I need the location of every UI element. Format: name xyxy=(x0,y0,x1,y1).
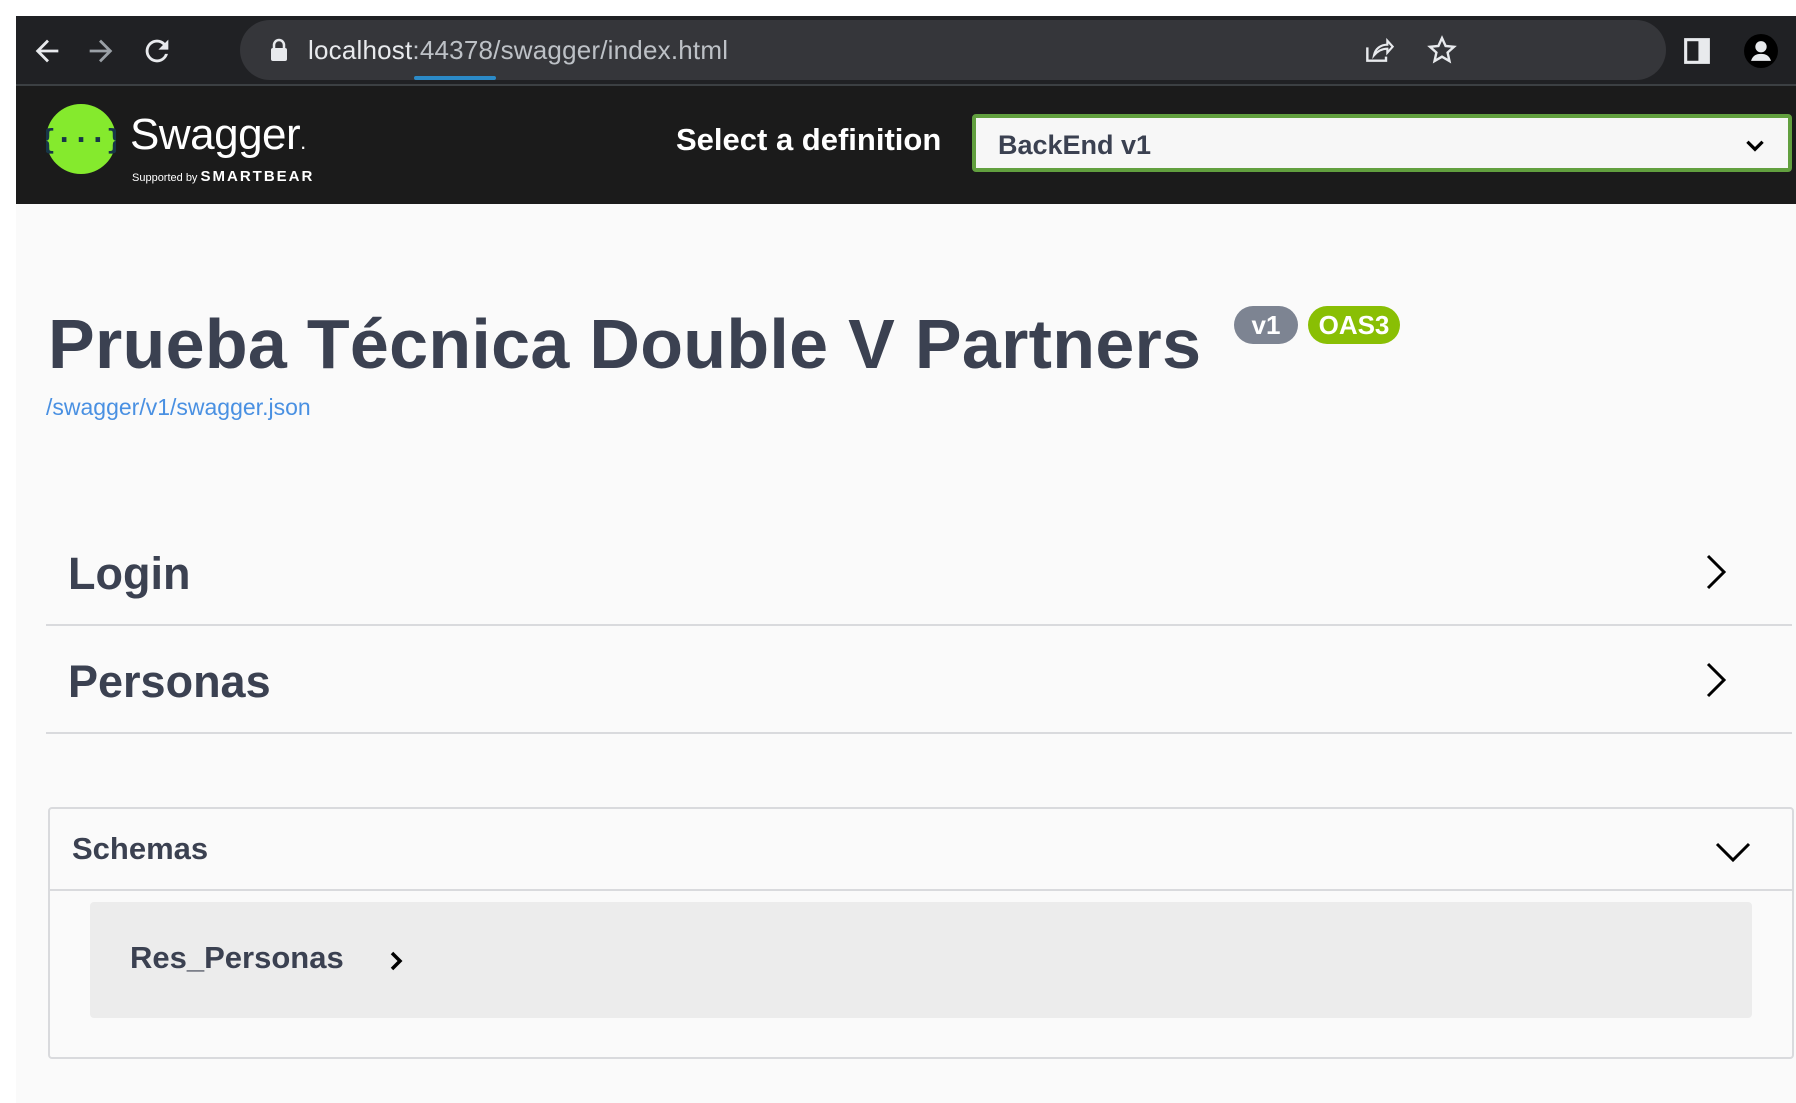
url-text[interactable]: localhost:44378/swagger/index.html xyxy=(308,34,728,66)
version-badge: v1 xyxy=(1234,306,1298,344)
svg-text:{···}: {···} xyxy=(46,123,116,156)
spec-url-link[interactable]: /swagger/v1/swagger.json xyxy=(46,394,311,421)
definition-select-value: BackEnd v1 xyxy=(998,130,1152,160)
lock-icon[interactable] xyxy=(268,38,290,62)
oas-badge: OAS3 xyxy=(1308,306,1400,344)
tag-name: Login xyxy=(68,548,191,599)
swagger-logo-icon[interactable]: {···} xyxy=(39,104,123,174)
address-bar[interactable]: localhost:44378/swagger/index.html xyxy=(240,20,1666,80)
profile-icon[interactable] xyxy=(1744,34,1778,68)
model-name: Res_Personas xyxy=(130,940,344,975)
share-icon[interactable] xyxy=(1362,34,1395,66)
back-arrow-icon[interactable] xyxy=(30,34,64,68)
reload-icon[interactable] xyxy=(140,34,174,68)
schemas-header[interactable]: Schemas xyxy=(50,809,1792,891)
chevron-down-icon[interactable] xyxy=(1714,835,1752,869)
schemas-section: Schemas Res_Personas xyxy=(48,807,1794,1059)
main-content: Prueba Técnica Double V Partners v1 OAS3… xyxy=(16,204,1796,1103)
tag-section-login[interactable]: Login xyxy=(46,518,1792,626)
chevron-right-icon[interactable] xyxy=(1698,552,1734,592)
forward-arrow-icon[interactable] xyxy=(84,34,118,68)
chevron-right-icon[interactable] xyxy=(1698,660,1734,700)
browser-toolbar: localhost:44378/swagger/index.html xyxy=(16,16,1796,84)
tag-name: Personas xyxy=(68,656,271,707)
star-icon[interactable] xyxy=(1426,34,1458,66)
chevron-down-icon xyxy=(1742,132,1768,158)
definition-label: Select a definition xyxy=(676,122,942,157)
side-panel-icon[interactable] xyxy=(1680,34,1714,68)
url-highlight xyxy=(414,76,496,80)
tag-section-personas[interactable]: Personas xyxy=(46,626,1792,734)
swagger-logo-text[interactable]: Swagger. xyxy=(130,110,306,160)
swagger-topbar: {···} Swagger. Supported by SMARTBEAR Se… xyxy=(16,86,1796,204)
definition-select[interactable]: BackEnd v1 xyxy=(972,114,1792,172)
chevron-right-icon[interactable] xyxy=(386,948,408,974)
api-title: Prueba Técnica Double V Partners xyxy=(48,305,1202,383)
smartbear-tagline: Supported by SMARTBEAR xyxy=(132,168,315,185)
schemas-title: Schemas xyxy=(72,831,209,866)
model-item[interactable]: Res_Personas xyxy=(90,902,1752,1018)
